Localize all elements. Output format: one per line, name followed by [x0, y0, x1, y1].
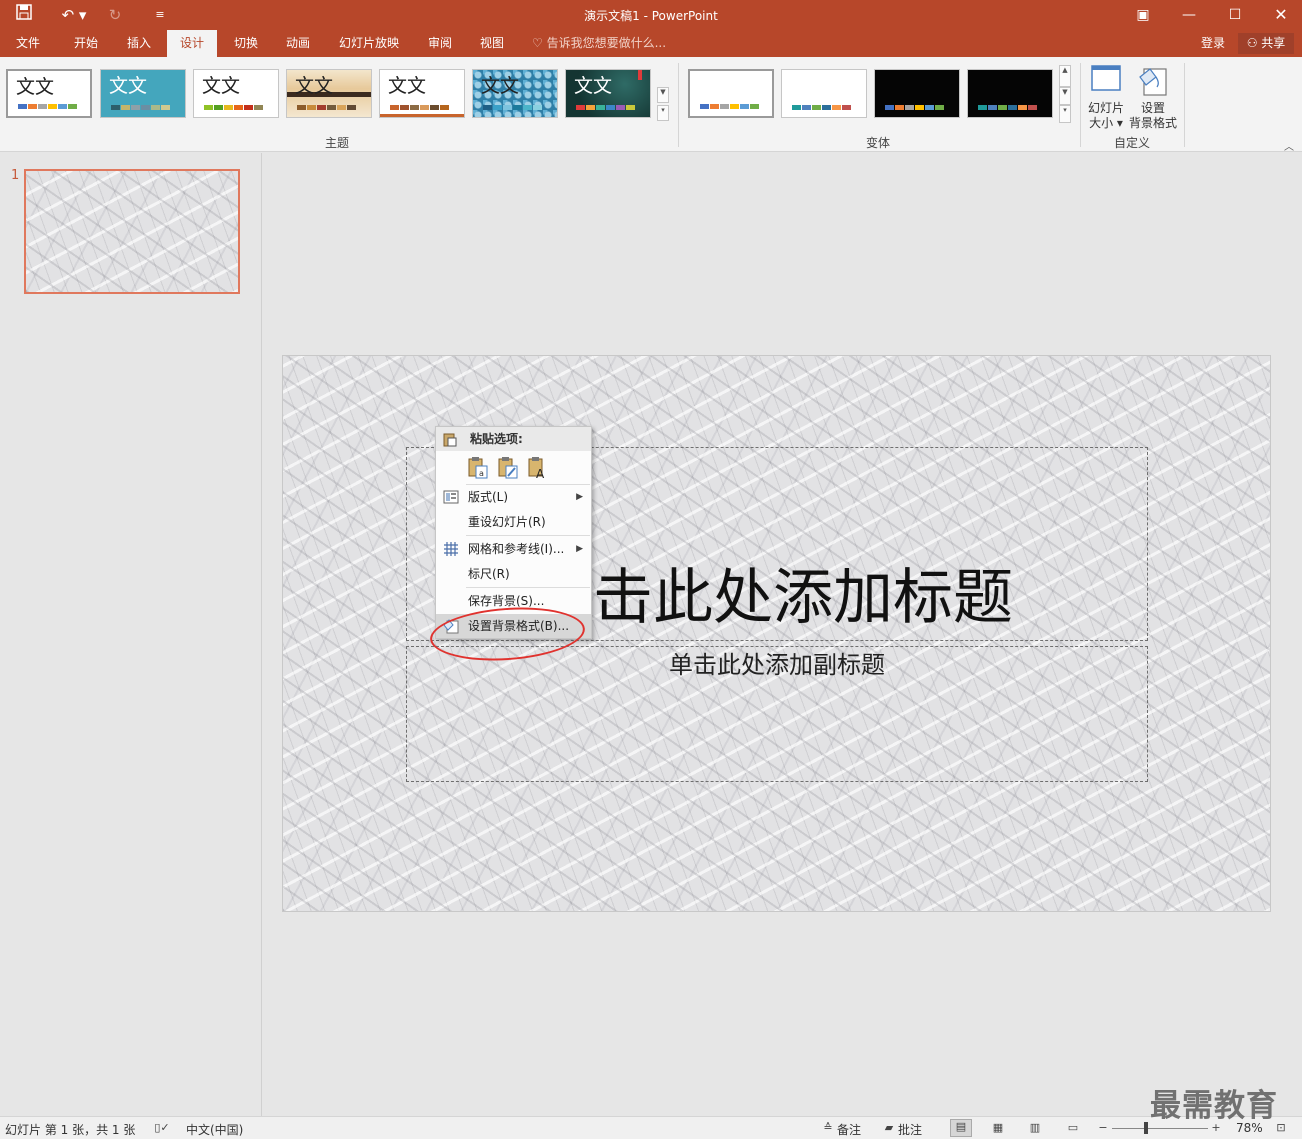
clipboard-icon [442, 431, 458, 447]
slide-sorter-icon[interactable]: ▦ [990, 1121, 1006, 1135]
submenu-arrow-icon: ▶ [576, 544, 583, 554]
theme-dark-teal[interactable]: 文文 [565, 69, 651, 118]
variants-scroll-up-icon[interactable]: ▲ [1059, 65, 1071, 87]
notes-button[interactable]: 备注 [837, 1121, 861, 1138]
close-button[interactable]: ✕ [1258, 0, 1302, 30]
format-background-button[interactable]: 设置 背景格式 [1127, 63, 1179, 131]
svg-text:a: a [479, 469, 484, 478]
layout-icon [443, 489, 459, 505]
person-icon: ⚇ [1246, 36, 1262, 50]
window-title: 演示文稿1 - PowerPoint [584, 9, 718, 23]
menu-item-ruler[interactable]: 标尺(R) [436, 562, 591, 586]
slide-count: 幻灯片 第 1 张，共 1 张 [5, 1123, 136, 1137]
subtitle-placeholder[interactable]: 单击此处添加副标题 [406, 646, 1148, 782]
watermark-logo: 最需教育 [1150, 1088, 1278, 1124]
group-label-customize: 自定义 [1114, 136, 1151, 150]
tab-design[interactable]: 设计 [167, 30, 217, 57]
gallery-scroll-down-icon[interactable]: ▼ [657, 87, 669, 103]
paste-keep-source-formatting-icon[interactable] [497, 456, 519, 480]
tab-review[interactable]: 审阅 [418, 30, 462, 57]
theme-teal[interactable]: 文文 [100, 69, 186, 118]
maximize-button[interactable]: ☐ [1212, 0, 1258, 30]
submenu-arrow-icon: ▶ [576, 492, 583, 502]
tell-me-search[interactable]: ♡ 告诉我您想要做什么... [532, 30, 666, 57]
lightbulb-icon: ♡ [532, 36, 547, 50]
reading-view-icon[interactable]: ▥ [1027, 1121, 1043, 1135]
theme-ink[interactable]: 文文 [286, 69, 372, 118]
variants-scroll-down-icon[interactable]: ▼ [1059, 87, 1071, 105]
notes-icon: ≙ [823, 1121, 833, 1134]
group-label-variants: 变体 [866, 136, 891, 150]
theme-pattern[interactable]: 文文 [472, 69, 558, 118]
tab-transitions[interactable]: 切换 [224, 30, 268, 57]
svg-text:A: A [536, 467, 545, 480]
normal-view-icon[interactable]: ▤ [950, 1119, 972, 1137]
title-text: 击此处添加标题 [593, 563, 1013, 633]
language-indicator[interactable]: 中文(中国) [186, 1121, 243, 1138]
variants-more-icon[interactable]: ▾ [1059, 105, 1071, 123]
gallery-more-icon[interactable]: ▾ [657, 105, 669, 121]
login-link[interactable]: 登录 [1201, 30, 1225, 57]
spell-check-icon[interactable]: ▯✓ [154, 1121, 170, 1135]
collapse-ribbon-icon[interactable]: ︿ [1284, 138, 1294, 153]
format-background-ribbon-icon [1136, 63, 1170, 99]
grid-icon [443, 541, 459, 557]
theme-organic[interactable]: 文文 [379, 69, 465, 118]
paste-use-destination-theme-icon[interactable]: a [467, 456, 489, 480]
variant-4[interactable] [967, 69, 1053, 118]
tab-view[interactable]: 视图 [470, 30, 514, 57]
comments-button[interactable]: 批注 [898, 1121, 922, 1138]
minimize-button[interactable]: — [1166, 0, 1212, 30]
paste-keep-text-only-icon[interactable]: A [527, 456, 549, 481]
ribbon-design: 文文 文文 文文 文文 文文 文文 文文 ▲ ▼ ▾ 主题 [0, 57, 1302, 153]
theme-office[interactable]: 文文 [6, 69, 92, 118]
ribbon-display-options-icon[interactable]: ▣ [1120, 0, 1166, 30]
slide-size-icon [1089, 63, 1123, 99]
zoom-out-icon[interactable]: − [1095, 1121, 1111, 1135]
menu-item-layout[interactable]: 版式(L) ▶ [436, 485, 591, 509]
paste-options-header: 粘贴选项: [436, 427, 591, 451]
tab-file[interactable]: 文件 [8, 30, 48, 57]
menu-item-grid-guides[interactable]: 网格和参考线(I)... ▶ [436, 537, 591, 561]
theme-facet[interactable]: 文文 [193, 69, 279, 118]
zoom-slider-thumb[interactable] [1144, 1122, 1148, 1134]
thumbnail-pane: 1 [0, 153, 262, 1116]
tab-insert[interactable]: 插入 [117, 30, 161, 57]
status-bar: 幻灯片 第 1 张，共 1 张 ▯✓ 中文(中国) ≙ 备注 ▰ 批注 ▤ ▦ … [0, 1116, 1302, 1139]
variant-3[interactable] [874, 69, 960, 118]
tab-animations[interactable]: 动画 [276, 30, 320, 57]
tab-slideshow[interactable]: 幻灯片放映 [331, 30, 407, 57]
comments-icon: ▰ [884, 1121, 894, 1134]
slide-size-button[interactable]: 幻灯片 大小 ▾ [1085, 63, 1127, 131]
thumbnail-number: 1 [11, 168, 20, 183]
group-label-themes: 主题 [325, 136, 350, 150]
variant-2[interactable] [781, 69, 867, 118]
variant-1[interactable] [688, 69, 774, 118]
slide-thumbnail[interactable] [24, 169, 240, 294]
ribbon-tabs: 文件 开始 插入 设计 切换 动画 幻灯片放映 审阅 视图 ♡ 告诉我您想要做什… [0, 30, 1302, 57]
tab-home[interactable]: 开始 [64, 30, 108, 57]
title-bar: ↶ ▾ ↻ ≡ 演示文稿1 - PowerPoint ▣ — ☐ ✕ [0, 0, 1302, 30]
menu-item-reset-slide[interactable]: 重设幻灯片(R) [436, 510, 591, 534]
zoom-slider[interactable] [1112, 1128, 1208, 1129]
slideshow-view-icon[interactable]: ▭ [1065, 1121, 1081, 1135]
share-button[interactable]: ⚇ 共享 [1238, 33, 1294, 54]
